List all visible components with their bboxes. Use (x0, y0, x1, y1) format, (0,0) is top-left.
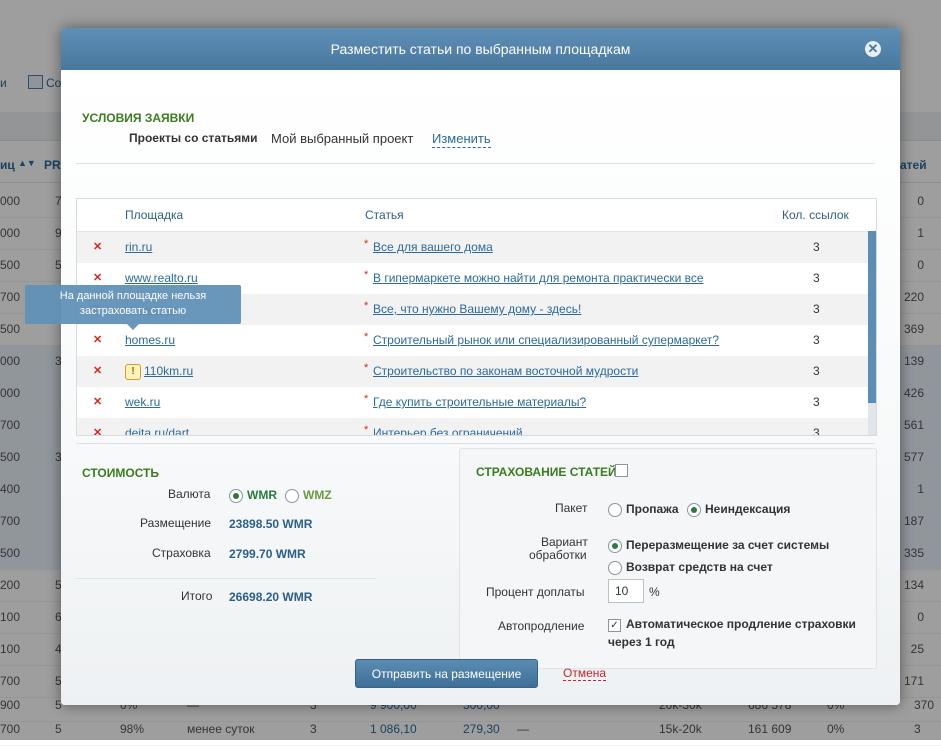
required-mark: * (364, 331, 369, 343)
total-label: Итого (181, 589, 213, 603)
site-link[interactable]: wek.ru (125, 387, 160, 418)
variant-refund-label[interactable]: Возврат средств на счет (626, 560, 773, 574)
placement-value: 23898.50 WMR (229, 517, 313, 531)
divider (76, 443, 875, 444)
col-links: Кол. ссылок (782, 208, 849, 222)
package-loss-label[interactable]: Пропажа (626, 502, 679, 516)
percent-unit: % (649, 585, 660, 599)
percent-label: Процент доплаты (486, 585, 585, 599)
insurance-cost-label: Страховка (152, 546, 211, 560)
total-value: 26698.20 WMR (229, 590, 313, 604)
currency-wmz-label[interactable]: WMZ (303, 488, 332, 502)
currency-wmr-radio[interactable] (229, 489, 243, 503)
table-row: ✕ homes.ru * Строительный рынок или специал… (77, 325, 876, 356)
package-loss-radio[interactable] (608, 503, 622, 517)
article-link[interactable]: Где купить строительные материалы? (373, 387, 586, 418)
variant-replace-label[interactable]: Переразмещение за счет системы (626, 538, 829, 552)
col-site: Площадка (125, 208, 184, 222)
link-count: 3 (813, 426, 820, 436)
required-mark: * (364, 269, 369, 281)
projects-label: Проекты со статьями (129, 131, 258, 145)
required-mark: * (364, 362, 369, 374)
sites-table-body: ✕ rin.ru * Все для вашего дома 3 ✕ www.realto.… (77, 232, 876, 436)
tooltip-text: На данной площадке нельзя застраховать с… (59, 290, 207, 317)
link-count: 3 (813, 333, 820, 347)
conditions-title: УСЛОВИЯ ЗАЯВКИ (82, 111, 195, 125)
table-row: ✕ dejta.ru/dart * Интерьер без ограничений 3 (77, 418, 876, 436)
currency-wmr-label[interactable]: WMR (247, 488, 277, 502)
article-link[interactable]: Строительный рынок или специализированны… (373, 325, 719, 356)
remove-icon[interactable]: ✕ (93, 356, 102, 387)
site-link[interactable]: 110km.ru (144, 356, 193, 387)
variant-label-1: Вариант (541, 535, 588, 549)
link-count: 3 (813, 240, 820, 254)
package-nonindex-radio[interactable] (687, 503, 701, 517)
place-articles-dialog: Разместить статьи по выбранным площадкам… (61, 28, 900, 705)
article-link[interactable]: Строительство по законам восточной мудро… (373, 356, 638, 387)
site-link[interactable]: dejta.ru/dart (125, 418, 189, 435)
change-project-link[interactable]: Изменить (432, 131, 491, 148)
insurance-title: СТРАХОВАНИЕ СТАТЕЙ (476, 465, 617, 479)
link-count: 3 (813, 302, 820, 316)
close-icon[interactable]: ✕ (865, 41, 881, 57)
project-value: Мой выбранный проект (271, 131, 414, 146)
required-mark: * (364, 424, 369, 436)
autoprolong-label: Автопродление (498, 619, 585, 633)
package-nonindex-label[interactable]: Неиндексация (705, 502, 790, 516)
cost-title: СТОИМОСТЬ (82, 466, 160, 480)
insurance-panel: СТРАХОВАНИЕ СТАТЕЙ Пакет Пропажа Неиндек… (459, 448, 877, 669)
cancel-link[interactable]: Отмена (563, 666, 607, 681)
link-count: 3 (813, 395, 820, 409)
insurance-cost-value: 2799.70 WMR (229, 547, 306, 561)
table-row: ✕! 110km.ru * Строительство по законам вост… (77, 356, 876, 387)
remove-icon[interactable]: ✕ (93, 232, 102, 263)
dialog-body: УСЛОВИЯ ЗАЯВКИ Проекты со статьями Мой в… (61, 70, 900, 705)
autoprolong-text-2[interactable]: через 1 год (608, 635, 675, 649)
table-row: ✕ rin.ru * Все для вашего дома 3 (77, 232, 876, 263)
required-mark: * (364, 300, 369, 312)
remove-icon[interactable]: ✕ (93, 418, 102, 435)
divider (76, 163, 875, 164)
warning-icon[interactable]: ! (125, 364, 141, 380)
article-link[interactable]: Все для вашего дома (373, 232, 493, 263)
autoprolong-text[interactable]: Автоматическое продление страховки (626, 617, 856, 631)
remove-icon[interactable]: ✕ (93, 387, 102, 418)
percent-input[interactable]: 10 (608, 579, 644, 603)
currency-label: Валюта (168, 487, 211, 501)
table-scrollbar-thumb[interactable] (868, 231, 876, 403)
col-article: Статья (365, 208, 404, 222)
remove-icon[interactable]: ✕ (93, 325, 102, 356)
placement-label: Размещение (140, 516, 211, 530)
article-link[interactable]: Все, что нужно Вашему дому - здесь! (373, 294, 581, 325)
required-mark: * (364, 393, 369, 405)
dialog-title: Разместить статьи по выбранным площадкам (330, 41, 631, 57)
required-mark: * (364, 238, 369, 250)
insurance-enable-checkbox[interactable] (615, 464, 628, 477)
dialog-header: Разместить статьи по выбранным площадкам… (61, 28, 900, 70)
variant-refund-radio[interactable] (608, 561, 622, 575)
package-label: Пакет (555, 501, 588, 515)
sites-table-header: Площадка Статья Кол. ссылок (77, 199, 876, 232)
variant-replace-radio[interactable] (608, 539, 622, 553)
link-count: 3 (813, 364, 820, 378)
article-link[interactable]: Интерьер без ограничений (373, 418, 523, 435)
table-row: ✕ wek.ru * Где купить строительные материал… (77, 387, 876, 418)
link-count: 3 (813, 271, 820, 285)
submit-placement-button[interactable]: Отправить на размещение (355, 659, 538, 688)
warning-tooltip: На данной площадке нельзя застраховать с… (25, 285, 241, 330)
divider (76, 578, 376, 579)
site-link[interactable]: rin.ru (125, 232, 152, 263)
variant-label-2: обработки (529, 548, 587, 562)
currency-wmz-radio[interactable] (285, 489, 299, 503)
autoprolong-checkbox[interactable]: ✓ (608, 619, 621, 632)
article-link[interactable]: В гипермаркете можно найти для ремонта п… (373, 263, 704, 294)
